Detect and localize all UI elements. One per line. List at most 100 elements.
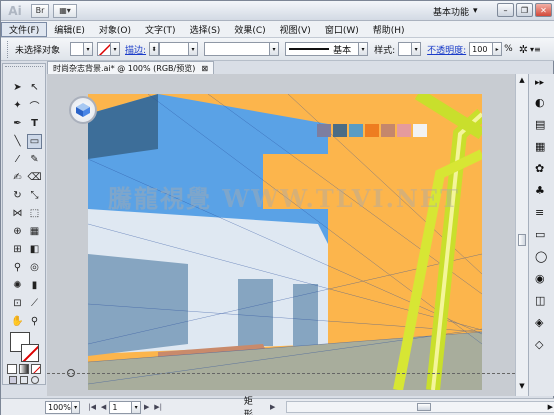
lasso-tool-icon[interactable]: ⌒ — [27, 98, 42, 113]
stroke-weight-stepper[interactable]: ⬍ — [149, 42, 160, 56]
shape-builder-tool-icon[interactable]: ⊕ — [10, 224, 25, 239]
bridge-icon[interactable]: Br — [31, 3, 49, 18]
menu-effect[interactable]: 效果(C) — [227, 22, 272, 37]
selection-tool-icon[interactable]: ➤ — [10, 80, 25, 95]
menu-help[interactable]: 帮助(H) — [366, 22, 412, 37]
first-artboard-icon[interactable]: |◀ — [86, 401, 97, 414]
draw-inside-icon[interactable] — [31, 376, 39, 384]
status-menu-icon[interactable]: ▶ — [267, 401, 278, 414]
slice-tool-icon[interactable]: ⟋ — [27, 296, 42, 311]
symbols-panel-icon[interactable]: ♣ — [535, 184, 545, 197]
gradient-mode-button[interactable] — [19, 364, 29, 374]
draw-normal-icon[interactable] — [9, 376, 17, 384]
close-tab-icon[interactable]: ⊠ — [201, 64, 208, 73]
control-menu-icon[interactable]: ▾≡ — [530, 45, 541, 54]
color-guide-icon[interactable]: ▤ — [535, 118, 545, 131]
hand-tool-icon[interactable]: ✋ — [10, 314, 25, 329]
horizontal-scrollbar[interactable]: ▶ — [286, 401, 554, 413]
direct-selection-tool-icon[interactable]: ↖ — [27, 80, 42, 95]
column-graph-tool-icon[interactable]: ▮ — [27, 278, 42, 293]
eraser-tool-icon[interactable]: ⌫ — [27, 170, 42, 185]
fill-swatch[interactable] — [70, 42, 85, 56]
zoom-tool-icon[interactable]: ⚲ — [27, 314, 42, 329]
stroke-panel-icon[interactable]: ≡ — [535, 206, 544, 219]
brush-definition[interactable]: 基本 — [285, 42, 360, 56]
menu-object[interactable]: 对象(O) — [92, 22, 138, 37]
stroke-color-box[interactable] — [21, 344, 39, 362]
none-mode-button[interactable] — [31, 364, 41, 374]
draw-behind-icon[interactable] — [20, 376, 28, 384]
perspective-widget-icon[interactable] — [69, 96, 97, 124]
close-button[interactable]: ✕ — [535, 3, 552, 17]
mesh-tool-icon[interactable]: ⊞ — [10, 242, 25, 257]
opacity-input[interactable]: 100 — [469, 42, 494, 56]
type-tool-icon[interactable]: T — [27, 116, 42, 131]
workspace-switcher[interactable]: 基本功能 ▾ — [433, 4, 478, 18]
graphic-style-swatch[interactable] — [398, 42, 413, 56]
brushes-panel-icon[interactable]: ✿ — [535, 162, 544, 175]
control-bar-grip[interactable] — [7, 40, 11, 58]
color-mode-button[interactable] — [7, 364, 17, 374]
opacity-dropdown[interactable]: ▸ — [493, 42, 503, 56]
document-setup-icon[interactable]: ✲ — [519, 43, 528, 56]
menu-window[interactable]: 窗口(W) — [318, 22, 366, 37]
gradient-panel-icon[interactable]: ▭ — [535, 228, 545, 241]
scroll-down-icon[interactable]: ▼ — [517, 382, 527, 392]
graphic-styles-panel-icon[interactable]: ◫ — [535, 294, 545, 307]
paintbrush-tool-icon[interactable]: ⁄ — [10, 152, 25, 167]
rectangle-tool-icon[interactable]: ▭ — [27, 134, 42, 149]
swatches-panel-icon[interactable]: ▦ — [535, 140, 545, 153]
stroke-weight-input[interactable] — [159, 42, 190, 56]
zoom-input[interactable]: 100% — [45, 400, 72, 414]
next-artboard-icon[interactable]: ▶ — [141, 401, 152, 414]
scale-tool-icon[interactable]: ⤡ — [27, 188, 42, 203]
appearance-panel-icon[interactable]: ◉ — [535, 272, 545, 285]
menu-type[interactable]: 文字(T) — [138, 22, 183, 37]
layers-panel-icon[interactable]: ◈ — [535, 316, 543, 329]
fill-dropdown[interactable]: ▾ — [84, 42, 94, 56]
tools-panel-grip[interactable] — [5, 66, 43, 70]
graphic-style-dropdown[interactable]: ▾ — [412, 42, 422, 56]
arrange-documents-icon[interactable]: ▦▾ — [53, 3, 77, 18]
artboard-dropdown[interactable]: ▾ — [132, 400, 141, 414]
pen-tool-icon[interactable]: ✒ — [10, 116, 25, 131]
profile-dropdown[interactable]: ▾ — [270, 42, 280, 56]
scroll-up-icon[interactable]: ▲ — [517, 76, 527, 86]
width-tool-icon[interactable]: ⋈ — [10, 206, 25, 221]
symbol-sprayer-tool-icon[interactable]: ✺ — [10, 278, 25, 293]
document-tab[interactable]: 时尚杂志背景.ai* @ 100% (RGB/预览) ⊠ — [47, 61, 215, 74]
artboard-tool-icon[interactable]: ⊡ — [10, 296, 25, 311]
collapse-panels-icon[interactable]: ▸▸ — [535, 78, 544, 88]
minimize-button[interactable]: – — [497, 3, 514, 17]
artboards-panel-icon[interactable]: ◇ — [535, 338, 543, 351]
free-transform-tool-icon[interactable]: ⬚ — [27, 206, 42, 221]
artboard-number-input[interactable]: 1 — [109, 400, 133, 414]
stroke-swatch[interactable] — [97, 42, 112, 56]
zoom-dropdown[interactable]: ▾ — [71, 400, 81, 414]
previous-artboard-icon[interactable]: ◀ — [98, 401, 109, 414]
stroke-link[interactable]: 描边: — [125, 43, 146, 56]
blend-tool-icon[interactable]: ◎ — [27, 260, 42, 275]
last-artboard-icon[interactable]: ▶| — [152, 401, 163, 414]
blob-brush-tool-icon[interactable]: ✍ — [10, 170, 25, 185]
rotate-tool-icon[interactable]: ↻ — [10, 188, 25, 203]
stroke-weight-dropdown[interactable]: ▾ — [189, 42, 199, 56]
brush-dropdown[interactable]: ▾ — [359, 42, 369, 56]
variable-width-profile[interactable] — [204, 42, 271, 56]
scroll-right-icon[interactable]: ▶ — [548, 403, 553, 411]
vertical-scrollbar[interactable]: ▲ ▼ — [515, 74, 528, 396]
transparency-panel-icon[interactable]: ◯ — [535, 250, 547, 263]
menu-view[interactable]: 视图(V) — [273, 22, 318, 37]
menu-select[interactable]: 选择(S) — [183, 22, 228, 37]
h-scroll-thumb[interactable] — [417, 403, 432, 411]
artboard[interactable]: 騰龍視覺 WWW.TLVI.NET — [88, 94, 482, 390]
gradient-tool-icon[interactable]: ◧ — [27, 242, 42, 257]
color-panel-icon[interactable]: ◐ — [535, 96, 545, 109]
magic-wand-tool-icon[interactable]: ✦ — [10, 98, 25, 113]
scroll-thumb[interactable] — [518, 234, 526, 246]
stroke-dropdown[interactable]: ▾ — [111, 42, 121, 56]
pencil-tool-icon[interactable]: ✎ — [27, 152, 42, 167]
line-tool-icon[interactable]: ╲ — [10, 134, 25, 149]
restore-button[interactable]: ❐ — [516, 3, 533, 17]
canvas-area[interactable]: 騰龍視覺 WWW.TLVI.NET — [47, 74, 515, 396]
